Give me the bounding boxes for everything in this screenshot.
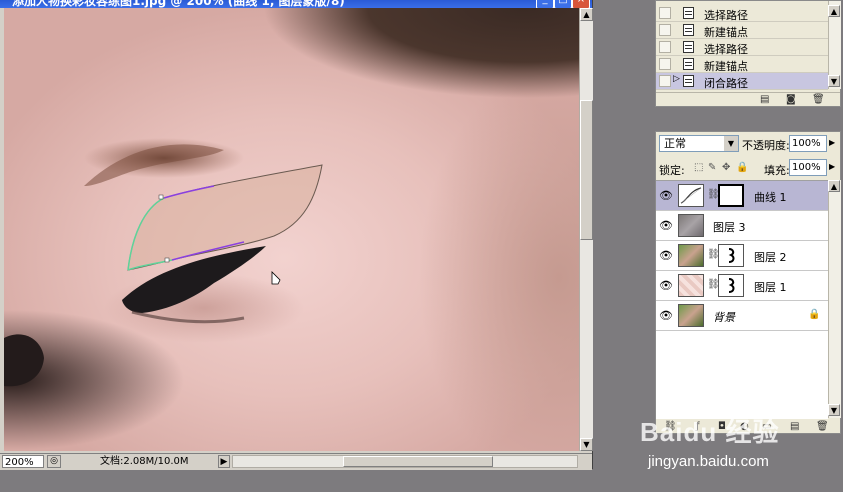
canvas-artwork xyxy=(4,138,323,387)
document-info: 文档:2.08M/10.0M xyxy=(100,456,189,467)
close-icon[interactable]: × xyxy=(572,0,590,8)
image-canvas[interactable] xyxy=(4,8,579,451)
maximize-icon[interactable]: □ xyxy=(554,0,572,8)
opacity-label: 不透明度: xyxy=(742,139,790,152)
layer-thumbnail xyxy=(678,244,704,267)
lock-transparency-icon[interactable]: ⬚ xyxy=(694,162,703,173)
fill-slider-icon[interactable]: ▶ xyxy=(829,162,835,171)
history-item-label: 选择路径 xyxy=(704,43,748,56)
layer-row-layer-3[interactable]: 👁 图层 3 xyxy=(656,211,828,241)
opacity-slider-icon[interactable]: ▶ xyxy=(829,138,835,147)
horizontal-scrollbar[interactable] xyxy=(232,455,578,468)
status-bar: 200% ◎ 文档:2.08M/10.0M ▶ xyxy=(0,453,592,470)
layer-mask-thumbnail[interactable] xyxy=(718,274,744,297)
lock-image-icon[interactable]: ✎ xyxy=(708,162,716,173)
lock-label: 锁定: xyxy=(659,164,685,177)
history-item[interactable]: 新建锚点 xyxy=(656,56,828,73)
layer-name: 背景 xyxy=(713,311,735,324)
layer-name: 图层 1 xyxy=(754,281,787,294)
eyebrow-shade xyxy=(84,138,244,178)
history-source-checkbox[interactable] xyxy=(659,58,671,70)
history-panel: 选择路径 新建锚点 选择路径 新建锚点 ▷ 闭合路径 ▲ ▼ ▤ ◙ 🗑 xyxy=(655,0,841,107)
vertical-scrollbar[interactable]: ▲ ▼ xyxy=(579,8,593,451)
horizontal-scroll-thumb[interactable] xyxy=(343,456,493,467)
history-item[interactable]: 选择路径 xyxy=(656,5,828,22)
history-step-icon xyxy=(683,24,694,36)
layer-row-layer-1[interactable]: 👁 ⛓ 图层 1 xyxy=(656,271,828,301)
document-title: 添加人物换彩妆容练图1.jpg @ 200% (曲线 1, 图层蒙版/8) xyxy=(12,0,345,8)
vertical-scroll-thumb[interactable] xyxy=(580,100,593,240)
history-item[interactable]: 选择路径 xyxy=(656,39,828,56)
curves-adjustment-icon xyxy=(678,184,704,207)
history-source-checkbox[interactable] xyxy=(659,24,671,36)
left-eye-corner xyxy=(4,334,44,387)
layer-thumbnail xyxy=(678,304,704,327)
trash-icon[interactable]: 🗑 xyxy=(812,94,825,105)
history-footer: ▤ ◙ 🗑 xyxy=(656,92,840,107)
eye-icon[interactable]: 👁 xyxy=(659,279,673,292)
history-source-checkbox[interactable] xyxy=(659,7,671,19)
layer-name: 曲线 1 xyxy=(754,191,787,204)
scroll-up-icon[interactable]: ▲ xyxy=(828,180,840,192)
document-title-bar[interactable]: 添加人物换彩妆容练图1.jpg @ 200% (曲线 1, 图层蒙版/8) _ … xyxy=(0,0,592,8)
zoom-level-field[interactable]: 200% xyxy=(2,455,44,468)
layer-name: 图层 3 xyxy=(713,221,746,234)
history-item-label: 选择路径 xyxy=(704,9,748,22)
fill-label: 填充: xyxy=(764,164,790,177)
chevron-down-icon[interactable]: ▼ xyxy=(724,136,738,151)
history-item-selected[interactable]: ▷ 闭合路径 xyxy=(656,73,828,90)
scroll-up-icon[interactable]: ▲ xyxy=(580,8,593,21)
new-document-from-state-icon[interactable]: ▤ xyxy=(760,94,769,105)
history-item[interactable]: 新建锚点 xyxy=(656,22,828,39)
history-source-checkbox[interactable] xyxy=(659,41,671,53)
anchor-point[interactable] xyxy=(158,194,164,200)
history-item-label: 闭合路径 xyxy=(704,77,748,90)
layer-mask-thumbnail[interactable] xyxy=(718,244,744,267)
eye-icon[interactable]: 👁 xyxy=(659,249,673,262)
opacity-input[interactable]: 100% xyxy=(789,135,827,152)
doc-info-menu-icon[interactable]: ▶ xyxy=(218,455,230,468)
pen-cursor-icon xyxy=(271,271,281,285)
baidu-jingyan-watermark: Baidu 经验 jingyan.baidu.com xyxy=(640,398,840,478)
layer-row-curves-1[interactable]: 👁 ⛓ 曲线 1 xyxy=(656,181,828,211)
eye-icon[interactable]: 👁 xyxy=(659,309,673,322)
layer-row-layer-2[interactable]: 👁 ⛓ 图层 2 xyxy=(656,241,828,271)
eye-icon[interactable]: 👁 xyxy=(659,189,673,202)
layer-row-background[interactable]: 👁 背景 🔒 xyxy=(656,301,828,331)
layer-name: 图层 2 xyxy=(754,251,787,264)
eye-icon[interactable]: 👁 xyxy=(659,219,673,232)
scroll-down-icon[interactable]: ▼ xyxy=(580,438,593,451)
fill-input[interactable]: 100% xyxy=(789,159,827,176)
watermark-url: jingyan.baidu.com xyxy=(648,453,769,470)
history-item-label: 新建锚点 xyxy=(704,26,748,39)
layer-mask-thumbnail[interactable] xyxy=(718,184,744,207)
blend-mode-select[interactable]: 正常 ▼ xyxy=(659,135,739,152)
minimize-icon[interactable]: _ xyxy=(536,0,554,8)
history-step-icon xyxy=(683,58,694,70)
layers-scrollbar[interactable]: ▲ ▼ xyxy=(828,180,841,418)
scroll-up-icon[interactable]: ▲ xyxy=(828,5,840,17)
history-step-icon xyxy=(683,7,694,19)
history-source-checkbox[interactable] xyxy=(659,75,671,87)
blend-mode-value: 正常 xyxy=(664,137,686,150)
lock-position-icon[interactable]: ✥ xyxy=(722,162,730,173)
layer-thumbnail xyxy=(678,214,704,237)
layer-lock-icon: 🔒 xyxy=(808,309,821,320)
history-step-icon xyxy=(683,75,694,87)
scroll-down-icon[interactable]: ▼ xyxy=(828,75,840,87)
lock-all-icon[interactable]: 🔒 xyxy=(736,162,748,173)
new-snapshot-icon[interactable]: ◙ xyxy=(786,94,796,105)
watermark-logo-text: Baidu 经验 xyxy=(640,417,780,447)
navigator-icon[interactable]: ◎ xyxy=(47,455,61,468)
layer-thumbnail xyxy=(678,274,704,297)
history-scrollbar[interactable]: ▲ ▼ xyxy=(828,1,841,89)
layers-list: 👁 ⛓ 曲线 1 👁 图层 3 👁 ⛓ 图层 2 👁 ⛓ 图层 1 👁 背景 🔒 xyxy=(656,180,828,419)
anchor-point[interactable] xyxy=(164,257,170,263)
document-window: 添加人物换彩妆容练图1.jpg @ 200% (曲线 1, 图层蒙版/8) _ … xyxy=(0,0,593,470)
history-state-arrow-icon: ▷ xyxy=(673,74,680,84)
layers-panel: 正常 ▼ 不透明度: 100% ▶ 锁定: ⬚ ✎ ✥ 🔒 填充: 100% ▶… xyxy=(655,131,841,434)
history-step-icon xyxy=(683,41,694,53)
history-item-label: 新建锚点 xyxy=(704,60,748,73)
